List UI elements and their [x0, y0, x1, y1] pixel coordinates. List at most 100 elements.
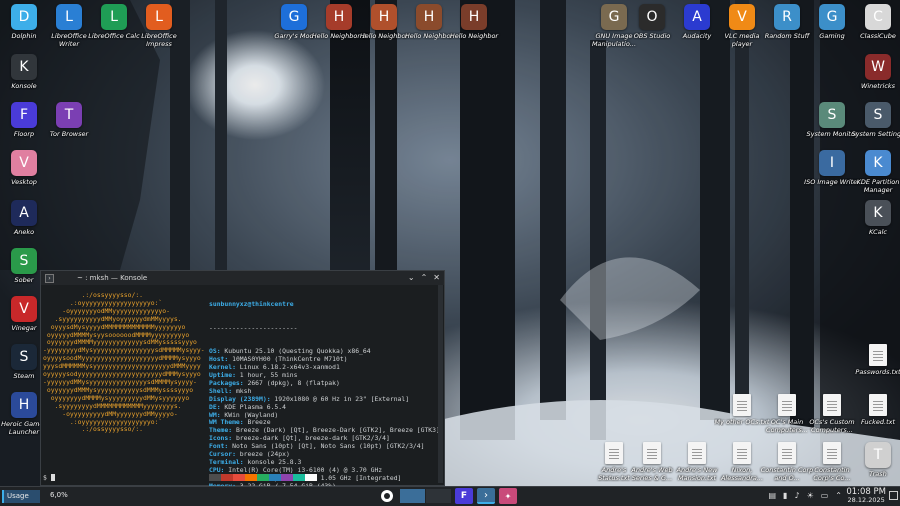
- user-host: sunbunnyxz@thinkcentre: [209, 299, 294, 308]
- wine-icon: W: [865, 54, 891, 80]
- info-key: Display (2389M):: [209, 394, 275, 403]
- info-key: OS:: [209, 347, 225, 356]
- desktop-icon[interactable]: C ClassiCube: [854, 4, 900, 40]
- separator-line: -----------------------: [209, 323, 298, 332]
- info-value: 10MAS0YH00 (ThinkCentre M710t): [232, 355, 348, 364]
- show-desktop-button[interactable]: [889, 491, 898, 500]
- app-launcher-button[interactable]: [378, 488, 396, 504]
- color-swatch: [269, 474, 281, 481]
- shell-prompt[interactable]: $: [43, 473, 55, 482]
- floorp-task-button[interactable]: F: [455, 488, 473, 504]
- tor-icon: T: [56, 102, 82, 128]
- brightness-icon[interactable]: ☀: [807, 491, 814, 500]
- desktop-icon[interactable]: T Trash: [854, 442, 900, 478]
- desktop-icon-label: KDE Partition Manager: [856, 178, 900, 194]
- desktop-icon[interactable]: A Aneko: [0, 200, 48, 236]
- info-value: 2667 (dpkg), 8 (flatpak): [247, 378, 340, 387]
- desktop-2[interactable]: [426, 489, 451, 503]
- text-file-icon: [733, 442, 751, 464]
- desktop-icon[interactable]: K KCalc: [854, 200, 900, 236]
- chevron-down-icon[interactable]: ⌄: [408, 273, 415, 282]
- desktop-icon[interactable]: Fucked.txt: [854, 394, 900, 426]
- desktop-icon[interactable]: OCs's Custom Computers...: [808, 394, 856, 434]
- clipboard-icon[interactable]: ▤: [768, 491, 776, 500]
- digital-clock[interactable]: 01:08 PM 28.12.2025: [846, 488, 886, 504]
- info-value: KDE Plasma 6.5.4: [224, 402, 286, 411]
- kde-launcher-icon: [381, 490, 393, 502]
- vesktop-icon: V: [11, 150, 37, 176]
- text-file-icon: [869, 344, 887, 366]
- neighbor-icon: H: [326, 4, 352, 30]
- chevron-up-icon[interactable]: ⌃: [421, 273, 428, 282]
- info-key: Host:: [209, 355, 233, 364]
- neighbor-icon: H: [461, 4, 487, 30]
- vesktop-task-button[interactable]: ✦: [499, 488, 517, 504]
- desktop-icon[interactable]: K Konsole: [0, 54, 48, 90]
- monitor-icon: S: [819, 102, 845, 128]
- color-swatch: [305, 474, 317, 481]
- konsole-task-button[interactable]: ›: [477, 488, 495, 504]
- scrollbar[interactable]: [438, 285, 443, 483]
- terminal-output[interactable]: .:/ossyyyysso/:. .:oyyyyyyyyyyyyyyyyyyo:…: [41, 285, 440, 506]
- info-value: KWin (Wayland): [224, 410, 279, 419]
- desktop-icon[interactable]: G Gaming: [808, 4, 856, 40]
- settings-icon: S: [865, 102, 891, 128]
- info-value: Breeze: [247, 418, 271, 427]
- clock-date: 28.12.2025: [847, 496, 885, 504]
- desktop-icon[interactable]: L LibreOffice Writer: [45, 4, 93, 48]
- writer-icon: L: [56, 4, 82, 30]
- desktop-icon[interactable]: Constantin Corp's Co...: [808, 442, 856, 482]
- floorp-icon: F: [460, 491, 468, 501]
- folder-icon: G: [819, 4, 845, 30]
- color-swatch: [293, 474, 305, 481]
- info-value: Kubuntu 25.10 (Questing Quokka) x86_64: [224, 347, 371, 356]
- konsole-window[interactable]: › ~ : mksh — Konsole ⌄ ⌃ ✕ .:/ossyyyysso…: [40, 270, 445, 506]
- text-file-icon: [643, 442, 661, 464]
- heroic-icon: H: [11, 392, 37, 418]
- folder-icon: D: [11, 4, 37, 30]
- close-icon[interactable]: ✕: [433, 273, 440, 282]
- desktop-icon[interactable]: S System Monitor: [806, 102, 858, 138]
- text-file-icon: [869, 394, 887, 416]
- desktop-icon[interactable]: W Winetricks: [854, 54, 900, 90]
- konsole-titlebar[interactable]: › ~ : mksh — Konsole ⌄ ⌃ ✕: [41, 271, 444, 285]
- calculator-icon: K: [865, 200, 891, 226]
- desktop-icon-label: Fucked.txt: [860, 418, 896, 426]
- desktop-icon-label: Tor Browser: [49, 130, 89, 138]
- desktop-icon-label: Hello Neighbor: [449, 32, 499, 40]
- info-value: 1920x1080 @ 60 Hz in 23" [External]: [274, 394, 410, 403]
- info-key: Kernel:: [209, 363, 240, 372]
- info-key: WM Theme:: [209, 418, 248, 427]
- desktop-1[interactable]: [400, 489, 425, 503]
- info-key: Terminal:: [209, 457, 248, 466]
- desktop-icon[interactable]: I ISO Image Writer: [804, 150, 860, 186]
- terminal-icon: ›: [484, 489, 488, 501]
- color-swatches: [209, 474, 317, 481]
- virtual-desktop-pager[interactable]: [400, 489, 451, 503]
- usage-widget[interactable]: Usage: [2, 490, 40, 503]
- desktop-icon-label: Passwords.txt: [855, 368, 900, 376]
- desktop-icon[interactable]: H Hello Neighbor: [450, 4, 498, 40]
- usage-percent: 6,0%: [50, 491, 68, 499]
- network-icon[interactable]: ▭: [821, 491, 829, 500]
- volume-icon[interactable]: ♪: [794, 491, 799, 500]
- sober-icon: S: [11, 248, 37, 274]
- desktop-icon-label: System Settings: [851, 130, 900, 138]
- info-key: DE:: [209, 402, 225, 411]
- desktop-icon[interactable]: Passwords.txt: [854, 344, 900, 376]
- desktop-icon[interactable]: T Tor Browser: [45, 102, 93, 138]
- info-value: breeze-dark [Qt], breeze-dark [GTK2/3/4]: [235, 434, 390, 443]
- text-file-icon: [778, 394, 796, 416]
- desktop-icon-label: ClassiCube: [860, 32, 896, 40]
- distro-ascii-logo: .:/ossyyyysso/:. .:oyyyyyyyyyyyyyyyyyyo:…: [43, 291, 208, 434]
- desktop-icon[interactable]: V VLC media player: [718, 4, 766, 48]
- desktop-icon[interactable]: L LibreOffice Impress: [135, 4, 183, 48]
- desktop-icon[interactable]: V Vesktop: [0, 150, 48, 186]
- desktop-icon-label: KCalc: [869, 228, 887, 236]
- floorp-icon: F: [11, 102, 37, 128]
- desktop-icon[interactable]: S System Settings: [852, 102, 900, 138]
- chevron-up-icon[interactable]: ⌃: [835, 491, 842, 500]
- battery-icon[interactable]: ▮: [783, 491, 787, 500]
- desktop-icon[interactable]: K KDE Partition Manager: [854, 150, 900, 194]
- info-value: Linux 6.18.2-x64v3-xanmod1: [239, 363, 340, 372]
